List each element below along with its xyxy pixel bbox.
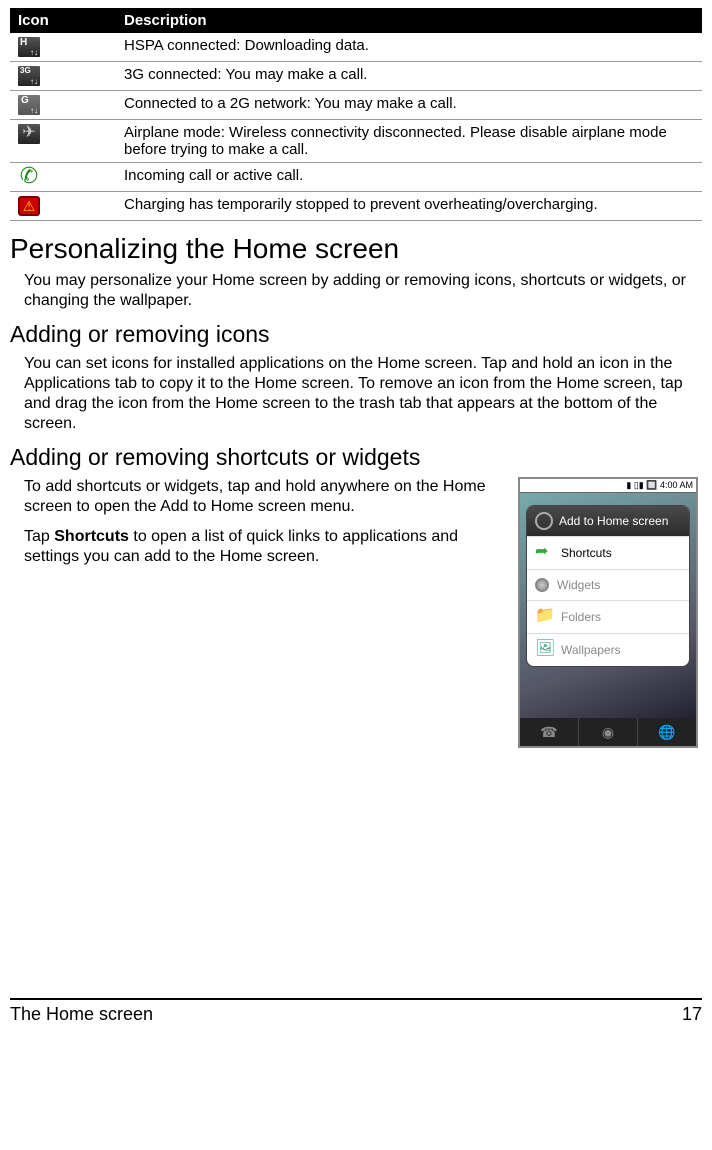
table-row: Connected to a 2G network: You may make … xyxy=(10,91,702,120)
col-header-icon: Icon xyxy=(10,8,116,33)
row-description: HSPA connected: Downloading data. xyxy=(116,33,702,62)
row-description: Connected to a 2G network: You may make … xyxy=(116,91,702,120)
widget-icon xyxy=(535,578,549,592)
status-time: 4:00 AM xyxy=(660,480,693,490)
footer-page-number: 17 xyxy=(682,1004,702,1025)
phone-screenshot: ▮ ▯▮ 🔲 4:00 AM Add to Home screen xyxy=(518,477,698,748)
phone-bottom-bar: ☎ ◉ 🌐 xyxy=(520,718,696,746)
dialog-title: Add to Home screen xyxy=(559,514,668,528)
two-g-icon xyxy=(18,95,40,115)
shortcuts-keyword: Shortcuts xyxy=(54,528,129,545)
icon-description-table: Icon Description HSPA connected: Downloa… xyxy=(10,8,702,221)
shortcut-icon xyxy=(535,545,553,561)
signal-bars-icon: ▯▮ xyxy=(634,480,644,490)
section-heading-icons: Adding or removing icons xyxy=(10,321,702,348)
overheat-warning-icon xyxy=(18,196,40,216)
hspa-icon xyxy=(18,37,40,57)
table-row: HSPA connected: Downloading data. xyxy=(10,33,702,62)
col-header-description: Description xyxy=(116,8,702,33)
incoming-call-icon xyxy=(18,167,40,187)
footer-title: The Home screen xyxy=(10,1004,153,1025)
table-row: Incoming call or active call. xyxy=(10,163,702,192)
section-heading-shortcuts: Adding or removing shortcuts or widgets xyxy=(10,444,702,471)
row-description: Airplane mode: Wireless connectivity dis… xyxy=(116,120,702,163)
table-row: 3G connected: You may make a call. xyxy=(10,62,702,91)
phone-nav-dialer-icon: ☎ xyxy=(520,718,579,746)
section-body: You may personalize your Home screen by … xyxy=(24,271,702,311)
folder-icon xyxy=(535,609,553,625)
row-description: Incoming call or active call. xyxy=(116,163,702,192)
add-to-home-dialog: Add to Home screen Shortcuts Widgets xyxy=(526,505,690,667)
section-body: To add shortcuts or widgets, tap and hol… xyxy=(24,477,504,517)
dialog-row-wallpapers[interactable]: Wallpapers xyxy=(527,633,689,666)
add-icon xyxy=(535,512,553,530)
dialog-row-label: Widgets xyxy=(557,578,600,592)
wallpaper-icon xyxy=(535,642,553,658)
table-row: Airplane mode: Wireless connectivity dis… xyxy=(10,120,702,163)
section-heading-personalizing: Personalizing the Home screen xyxy=(10,233,702,265)
dialog-row-shortcuts[interactable]: Shortcuts xyxy=(527,536,689,569)
phone-nav-browser-icon: 🌐 xyxy=(638,718,696,746)
section-body: Tap Shortcuts to open a list of quick li… xyxy=(24,527,504,567)
dialog-row-widgets[interactable]: Widgets xyxy=(527,569,689,600)
dialog-row-label: Wallpapers xyxy=(561,643,621,657)
three-g-icon xyxy=(18,66,40,86)
battery-icon: 🔲 xyxy=(646,480,657,490)
row-description: Charging has temporarily stopped to prev… xyxy=(116,192,702,221)
signal-icon: ▮ xyxy=(626,480,631,490)
phone-nav-apps-icon: ◉ xyxy=(579,718,638,746)
dialog-title-bar: Add to Home screen xyxy=(527,506,689,536)
table-row: Charging has temporarily stopped to prev… xyxy=(10,192,702,221)
dialog-row-label: Shortcuts xyxy=(561,546,612,560)
phone-status-bar: ▮ ▯▮ 🔲 4:00 AM xyxy=(520,479,696,493)
airplane-mode-icon xyxy=(18,124,40,144)
dialog-row-folders[interactable]: Folders xyxy=(527,600,689,633)
dialog-row-label: Folders xyxy=(561,610,601,624)
row-description: 3G connected: You may make a call. xyxy=(116,62,702,91)
section-body: You can set icons for installed applicat… xyxy=(24,354,702,434)
page-footer: The Home screen 17 xyxy=(10,998,702,1025)
